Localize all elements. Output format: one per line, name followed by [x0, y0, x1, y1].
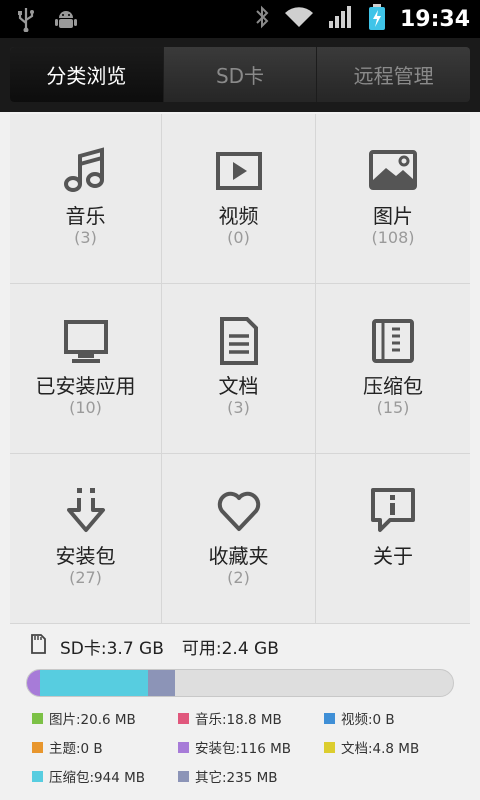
category-count: (108): [371, 228, 415, 247]
status-bar: 19:34: [0, 0, 480, 38]
category-label: 收藏夹: [208, 544, 269, 568]
legend-item: 压缩包:944 MB: [32, 768, 178, 786]
legend-item: 视频:0 B: [324, 710, 454, 728]
category-label: 已安装应用: [35, 374, 136, 398]
category-pictures[interactable]: 图片 (108): [316, 114, 470, 284]
legend-label: 压缩包:944 MB: [49, 770, 146, 786]
legend-item: 安装包:116 MB: [178, 739, 324, 757]
usage-segment-archive: [39, 670, 149, 696]
tab-bar: 分类浏览 SD卡 远程管理: [0, 38, 480, 112]
legend-label: 安装包:116 MB: [195, 741, 292, 757]
legend-swatch: [178, 770, 189, 782]
heart-icon: [162, 486, 315, 536]
tab-category-browse[interactable]: 分类浏览: [10, 47, 163, 102]
legend-swatch: [32, 770, 43, 782]
category-label: 文档: [218, 374, 259, 398]
signal-icon: [328, 5, 354, 33]
category-about[interactable]: 关于: [316, 454, 470, 624]
legend-item: 其它:235 MB: [178, 768, 324, 786]
category-count: (10): [69, 398, 102, 417]
video-play-icon: [162, 146, 315, 196]
category-label: 音乐: [65, 204, 106, 228]
category-install-packages[interactable]: 安装包 (27): [10, 454, 162, 624]
legend-swatch: [32, 741, 43, 753]
document-icon: [162, 316, 315, 366]
bluetooth-icon: [254, 4, 270, 34]
wifi-icon: [284, 5, 314, 33]
legend-swatch: [32, 712, 43, 724]
category-count: (15): [376, 398, 410, 417]
tab-remote-management[interactable]: 远程管理: [316, 47, 470, 102]
category-label: 关于: [373, 544, 413, 568]
sd-total-size: SD卡:3.7 GB: [60, 639, 164, 659]
category-count: (2): [227, 568, 250, 587]
main-content: 音乐 (3) 视频 (0) 图片 (108) 已安装应用 (10) 文档 (3)…: [0, 112, 480, 800]
monitor-icon: [10, 316, 161, 366]
category-video[interactable]: 视频 (0): [162, 114, 316, 284]
legend-item: 图片:20.6 MB: [32, 710, 178, 728]
archive-icon: [316, 316, 470, 366]
category-count: (3): [74, 228, 97, 247]
storage-summary: SD卡:3.7 GB 可用:2.4 GB 图片:20.6 MB 音乐:18.8 M…: [10, 626, 470, 800]
category-favorites[interactable]: 收藏夹 (2): [162, 454, 316, 624]
category-installed-apps[interactable]: 已安装应用 (10): [10, 284, 162, 454]
category-label: 压缩包: [363, 374, 423, 398]
legend-label: 其它:235 MB: [195, 770, 278, 786]
legend-item: 主题:0 B: [32, 739, 178, 757]
usb-icon: [16, 6, 36, 36]
legend-item: 音乐:18.8 MB: [178, 710, 324, 728]
info-bubble-icon: [316, 486, 470, 536]
picture-icon: [316, 146, 470, 196]
legend-label: 音乐:18.8 MB: [195, 712, 282, 728]
category-count: (0): [227, 228, 250, 247]
legend-swatch: [324, 712, 335, 724]
storage-usage-bar: [26, 669, 454, 697]
usage-segment-other: [148, 670, 176, 696]
music-note-icon: [10, 146, 161, 196]
android-debug-icon: [54, 7, 78, 35]
usage-segment-apk: [27, 670, 40, 696]
legend-label: 文档:4.8 MB: [341, 741, 420, 757]
legend-swatch: [324, 741, 335, 753]
category-label: 图片: [373, 204, 413, 228]
legend-item: 文档:4.8 MB: [324, 739, 454, 757]
sd-free-space: 可用:2.4 GB: [181, 639, 279, 659]
legend-swatch: [178, 741, 189, 753]
clock: 19:34: [399, 6, 470, 32]
sd-card-icon: [30, 634, 46, 659]
legend-swatch: [178, 712, 189, 724]
tab-sd-card[interactable]: SD卡: [162, 47, 317, 102]
category-label: 安装包: [55, 544, 116, 568]
legend-label: 视频:0 B: [341, 712, 395, 728]
category-count: (3): [227, 398, 250, 417]
battery-charging-icon: [368, 3, 386, 35]
legend-label: 主题:0 B: [49, 741, 103, 757]
category-music[interactable]: 音乐 (3): [10, 114, 162, 284]
category-archives[interactable]: 压缩包 (15): [316, 284, 470, 454]
category-label: 视频: [218, 204, 259, 228]
storage-legend: 图片:20.6 MB 音乐:18.8 MB 视频:0 B 主题:0 B 安装包:116 …: [32, 710, 462, 786]
category-count: (27): [69, 568, 102, 587]
category-documents[interactable]: 文档 (3): [162, 284, 316, 454]
category-grid: 音乐 (3) 视频 (0) 图片 (108) 已安装应用 (10) 文档 (3)…: [10, 114, 470, 624]
legend-label: 图片:20.6 MB: [49, 712, 136, 728]
download-arrow-icon: [10, 486, 161, 536]
